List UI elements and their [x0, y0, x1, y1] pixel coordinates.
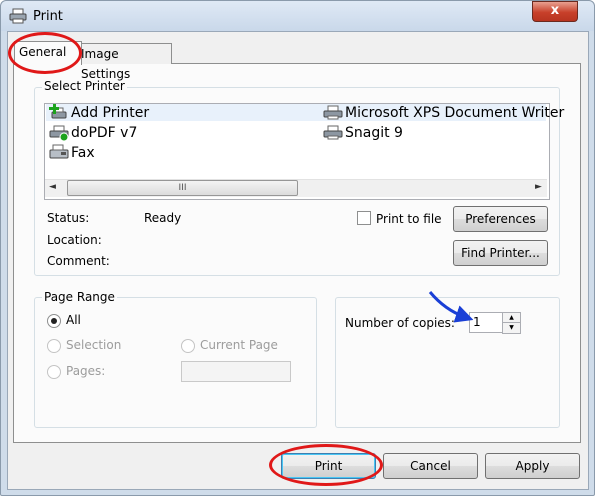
comment-label: Comment: — [47, 254, 110, 268]
apply-button[interactable]: Apply — [485, 453, 580, 479]
printer-item-fax[interactable]: Fax — [71, 145, 95, 161]
tab-label: Image Settings — [81, 47, 131, 81]
close-button[interactable]: x — [532, 1, 578, 22]
current-page-radio[interactable] — [181, 339, 195, 353]
selection-label: Selection — [66, 338, 122, 352]
highlight-circle — [8, 32, 82, 74]
location-label: Location: — [47, 233, 102, 247]
title-bar[interactable] — [1, 1, 594, 31]
printer-icon — [323, 105, 343, 120]
radio-dot — [51, 318, 57, 324]
status-label: Status: — [47, 211, 90, 225]
window-title: Print — [33, 9, 63, 24]
pages-radio[interactable] — [47, 365, 61, 379]
spin-down-icon[interactable]: ▼ — [502, 322, 521, 334]
preferences-button[interactable]: Preferences — [453, 206, 548, 232]
print-to-file-label: Print to file — [376, 212, 442, 226]
scroll-left-icon[interactable]: ◄ — [49, 182, 56, 192]
copies-input[interactable]: 1 — [469, 312, 504, 333]
printer-item-add-printer[interactable]: Add Printer — [71, 105, 149, 121]
scroll-right-icon[interactable]: ► — [535, 182, 542, 192]
current-page-label: Current Page — [200, 338, 278, 352]
printer-icon — [9, 8, 27, 24]
printer-icon — [323, 125, 343, 140]
selection-radio[interactable] — [47, 339, 61, 353]
cancel-button[interactable]: Cancel — [383, 453, 478, 479]
page-range-label: Page Range — [42, 290, 117, 304]
pages-input[interactable] — [181, 361, 291, 382]
printer-item-dopdf[interactable]: doPDF v7 — [71, 125, 137, 141]
add-printer-icon — [49, 104, 67, 119]
all-label: All — [66, 313, 81, 327]
fax-icon — [49, 144, 69, 159]
pages-label: Pages: — [66, 364, 106, 378]
find-printer-button[interactable]: Find Printer... — [453, 240, 548, 266]
scroll-thumb[interactable]: III — [67, 180, 298, 196]
tab-image-settings[interactable]: Image Settings — [76, 43, 172, 81]
all-radio[interactable] — [47, 314, 61, 328]
printer-check-icon — [49, 125, 69, 141]
status-value: Ready — [144, 211, 182, 225]
printer-item-xps[interactable]: Microsoft XPS Document Writer — [345, 105, 564, 121]
annotation-arrow-icon — [428, 291, 473, 323]
highlight-circle — [269, 444, 383, 486]
printer-item-snagit[interactable]: Snagit 9 — [345, 125, 403, 141]
print-to-file-checkbox[interactable] — [357, 211, 371, 225]
